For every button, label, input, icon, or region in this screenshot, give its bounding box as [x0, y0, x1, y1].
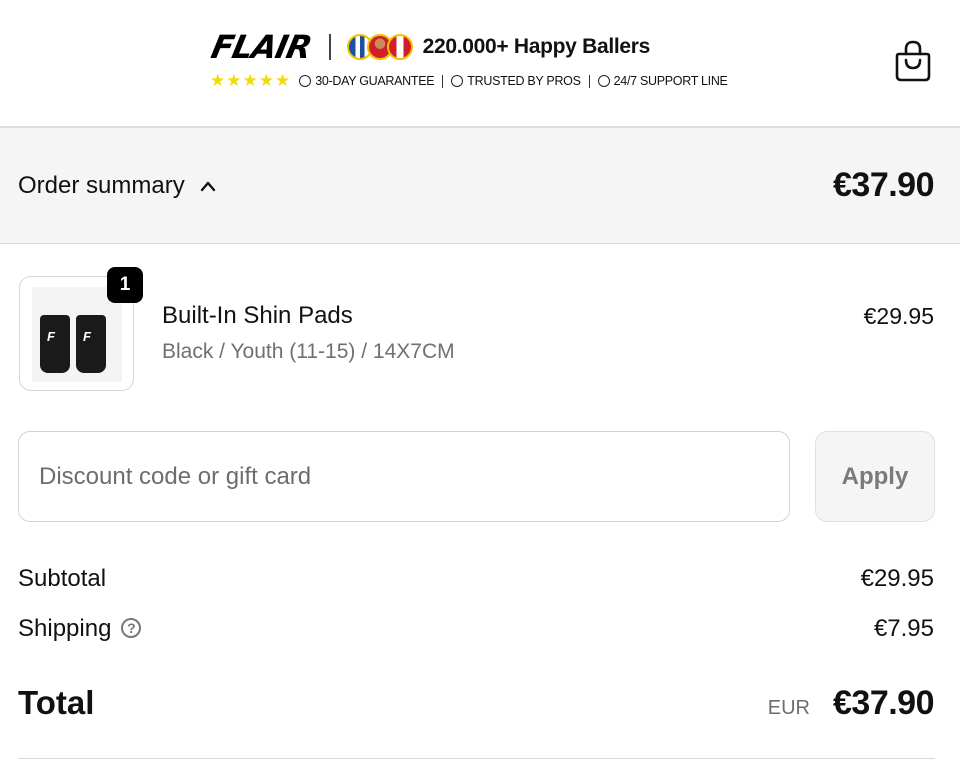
shipping-value: €7.95 [873, 615, 934, 642]
shin-pad-image: F [76, 315, 106, 373]
shield-icon [299, 75, 312, 87]
customer-avatars [346, 34, 413, 60]
order-summary-label: Order summary [18, 172, 185, 199]
total-label: Total [18, 684, 95, 721]
logo-divider [328, 34, 331, 60]
guarantee-badge: 30-DAY GUARANTEE [315, 74, 435, 88]
shipping-row-label: Shipping? [18, 615, 142, 643]
shopping-bag-icon[interactable] [894, 40, 932, 82]
brand-row: FLAIR 220.000+ Happy Ballers [208, 28, 651, 66]
avatar [386, 34, 413, 60]
trust-badges: ★★★★★ 30-DAY GUARANTEE TRUSTED BY PROS 2… [210, 71, 728, 90]
badge-divider [442, 74, 444, 88]
order-summary-toggle[interactable]: Order summary [18, 172, 217, 200]
support-badge: 24/7 SUPPORT LINE [613, 74, 728, 88]
subtotal-value: €29.95 [860, 565, 934, 592]
chevron-up-icon [200, 181, 215, 192]
order-summary-bar[interactable]: Order summary €37.90 [0, 128, 960, 244]
support-icon [597, 75, 610, 87]
happy-ballers-text: 220.000+ Happy Ballers [422, 35, 651, 58]
badge-divider [588, 74, 590, 88]
product-variant: Black / Youth (11-15) / 14X7CM [162, 340, 455, 363]
product-price: €29.95 [863, 303, 934, 329]
rating-stars: ★★★★★ [210, 71, 292, 90]
subtotal-label: Subtotal [18, 565, 107, 592]
help-circle-icon[interactable]: ? [121, 617, 142, 638]
award-ribbon-icon [451, 75, 464, 87]
brand-logo[interactable]: FLAIR [208, 28, 315, 66]
divider [18, 758, 935, 759]
product-name: Built-In Shin Pads [162, 302, 353, 329]
quantity-badge: 1 [107, 267, 143, 303]
total-value: €37.90 [833, 684, 935, 722]
shin-pad-image: F [40, 315, 70, 373]
trusted-badge: TRUSTED BY PROS [467, 74, 581, 88]
summary-total-price: €37.90 [833, 166, 935, 204]
product-image: F F [32, 287, 122, 382]
shipping-label: Shipping [18, 615, 112, 642]
discount-code-input[interactable] [18, 431, 790, 522]
apply-button[interactable]: Apply [815, 431, 935, 522]
checkout-header: FLAIR 220.000+ Happy Ballers ★★★★★ 30-DA… [0, 0, 960, 128]
currency-code: EUR [767, 697, 810, 719]
